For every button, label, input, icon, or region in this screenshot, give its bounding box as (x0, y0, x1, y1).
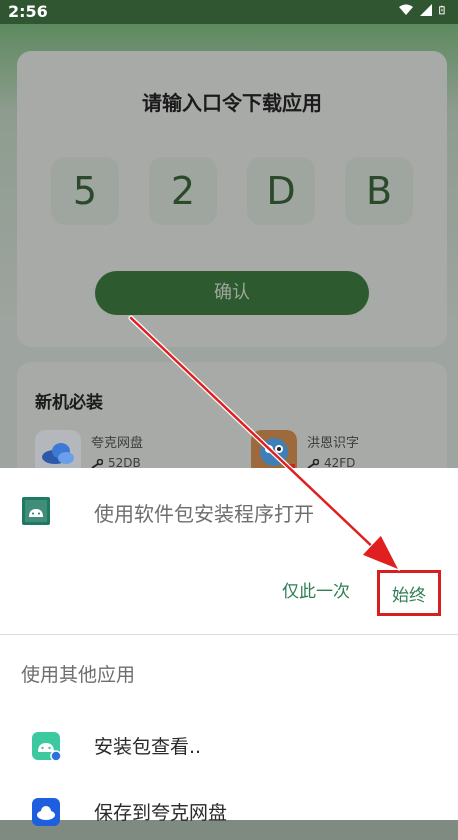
signal-icon (420, 4, 432, 16)
code-entry-card: 请输入口令下载应用 5 2 D B 确认 (17, 51, 447, 347)
just-once-button[interactable]: 仅此一次 (270, 572, 362, 612)
sheet-title: 使用软件包安装程序打开 (94, 502, 314, 526)
battery-icon (439, 5, 445, 15)
code-char-box[interactable]: D (247, 157, 315, 225)
key-icon (91, 458, 103, 469)
code-char-box[interactable]: 5 (51, 157, 119, 225)
option-label: 保存到夸克网盘 (94, 802, 228, 824)
sheet-divider (0, 634, 458, 635)
key-icon (307, 458, 319, 469)
status-time: 2:56 (8, 2, 48, 21)
package-installer-icon (22, 497, 50, 525)
quark-cloud-icon (32, 798, 60, 826)
option-package-viewer[interactable]: 安装包查看.. (0, 718, 458, 774)
android-package-icon (32, 732, 62, 762)
always-button[interactable]: 始终 (377, 570, 441, 616)
code-char-box[interactable]: 2 (149, 157, 217, 225)
apps-card-title: 新机必装 (35, 393, 103, 413)
confirm-button[interactable]: 确认 (95, 271, 369, 315)
open-with-sheet: 使用软件包安装程序打开 仅此一次 始终 使用其他应用 安装包查看.. 保存到夸克… (0, 468, 458, 826)
other-apps-label: 使用其他应用 (21, 664, 136, 686)
code-card-title: 请输入口令下载应用 (142, 91, 322, 115)
option-quark-cloud[interactable]: 保存到夸克网盘 (0, 784, 458, 840)
app-name: 洪恩识字 (307, 436, 360, 451)
option-label: 安装包查看.. (94, 736, 202, 758)
wifi-icon (399, 4, 413, 15)
status-icons (399, 3, 448, 17)
app-name: 夸克网盘 (91, 436, 144, 451)
status-bar: 2:56 (0, 0, 458, 24)
code-char-box[interactable]: B (345, 157, 413, 225)
